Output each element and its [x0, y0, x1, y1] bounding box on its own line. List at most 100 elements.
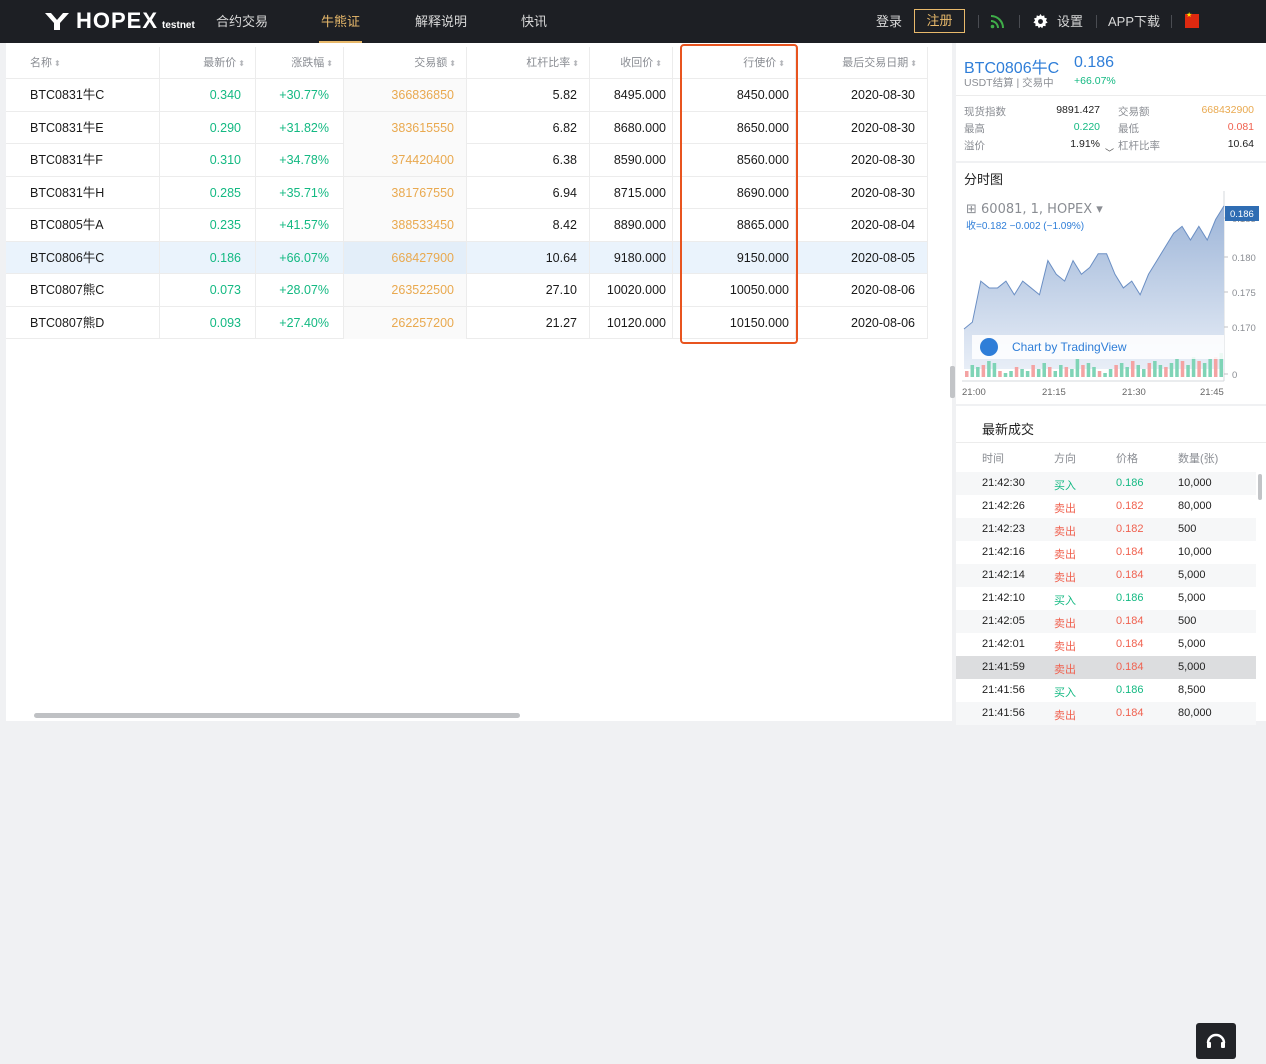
intraday-chart-card: 分时图 Chart by TradingView ⊞ 60081, 1, HOPE… — [956, 163, 1266, 404]
cell-price: 0.235 — [160, 209, 256, 241]
trade-price: 0.186 — [1116, 684, 1144, 696]
trade-qty: 80,000 — [1178, 707, 1212, 719]
trade-time: 21:42:23 — [982, 523, 1025, 535]
register-button[interactable]: 注册 — [914, 9, 965, 33]
rss-icon[interactable] — [990, 14, 1005, 29]
trade-time: 21:41:59 — [982, 661, 1025, 673]
sort-icon: ⬍ — [910, 59, 917, 68]
volume-bar — [1064, 367, 1069, 377]
cell-name: BTC0807熊D — [6, 306, 160, 339]
cell-recall: 9180.000 — [590, 241, 673, 274]
trade-side: 买入 — [1054, 480, 1076, 492]
chart-title: 分时图 — [964, 172, 1004, 187]
cell-price: 0.285 — [160, 176, 256, 209]
column-header-change[interactable]: 涨跌幅 ⬍ — [256, 47, 344, 79]
trade-qty: 5,000 — [1178, 638, 1206, 650]
volume-bar — [981, 365, 986, 377]
trades-scrollbar[interactable] — [1258, 474, 1262, 500]
stat-value-high: 0.220 — [1073, 121, 1100, 133]
cell-recall: 8590.000 — [590, 144, 673, 176]
cell-name: BTC0806牛C — [6, 241, 160, 274]
nav-item-explain[interactable]: 解释说明 — [415, 0, 467, 43]
volume-bar — [1042, 363, 1046, 377]
cell-leverage: 5.82 — [467, 79, 590, 111]
cell-volume: 262257200 — [344, 306, 467, 339]
volume-bar — [1197, 361, 1201, 377]
cell-change: +41.57% — [256, 209, 344, 241]
cell-change: +30.77% — [256, 79, 344, 111]
x-tick-label: 21:00 — [962, 387, 986, 398]
cell-date: 2020-08-06 — [796, 306, 928, 339]
trade-time: 21:42:10 — [982, 592, 1025, 604]
last-price-label: 0.186 — [1230, 209, 1254, 220]
hopex-logo[interactable]: HOPEX testnet — [44, 8, 195, 33]
volume-bar — [998, 371, 1002, 377]
column-header-name[interactable]: 名称 ⬍ — [6, 47, 160, 79]
volume-bar — [1191, 357, 1196, 377]
nav-item-cbbc[interactable]: 牛熊证 — [318, 0, 363, 43]
trade-time: 21:42:05 — [982, 615, 1025, 627]
column-header-date[interactable]: 最后交易日期 ⬍ — [796, 47, 928, 79]
cell-name: BTC0831牛E — [6, 111, 160, 144]
cell-change: +27.40% — [256, 306, 344, 339]
stat-value-low: 0.081 — [1227, 121, 1254, 133]
ticker-settle: USDT结算 | 交易中 — [964, 77, 1054, 89]
volume-bar — [1081, 365, 1085, 377]
column-header-recall[interactable]: 收回价 ⬍ — [590, 47, 673, 79]
sort-icon: ⬍ — [655, 59, 662, 68]
panel-resize-handle[interactable] — [950, 366, 955, 398]
cell-leverage: 10.64 — [467, 241, 590, 274]
trade-time: 21:42:16 — [982, 546, 1025, 558]
column-header-price[interactable]: 最新价 ⬍ — [160, 47, 256, 79]
y-tick-label: 0.170 — [1232, 323, 1256, 334]
volume-bar — [1075, 359, 1080, 377]
horizontal-scrollbar[interactable] — [34, 713, 520, 718]
volume-bar — [965, 371, 969, 377]
cell-leverage: 27.10 — [467, 274, 590, 306]
trade-side: 买入 — [1054, 687, 1076, 699]
nav-item-news[interactable]: 快讯 — [521, 0, 547, 43]
volume-bar — [970, 365, 975, 377]
trade-row: 21:42:23 卖出 0.182 500 — [956, 518, 1256, 541]
chart-symbol-line: ⊞ 60081, 1, HOPEX ▾ — [966, 202, 1103, 217]
cell-leverage: 6.82 — [467, 111, 590, 144]
chevron-down-icon[interactable]: ﹀ — [1105, 146, 1114, 159]
x-tick-label: 21:15 — [1042, 387, 1066, 398]
login-link[interactable]: 登录 — [876, 0, 902, 43]
stat-label-low: 最低 — [1118, 123, 1139, 135]
settings-link[interactable]: 设置 — [1057, 0, 1083, 43]
stat-value-leverage: 10.64 — [1227, 138, 1254, 150]
intraday-chart[interactable]: Chart by TradingView ⊞ 60081, 1, HOPEX ▾ 收… — [956, 191, 1266, 404]
stat-value-premium: 1.91% — [1070, 138, 1100, 150]
cell-date: 2020-08-30 — [796, 111, 928, 144]
trade-price: 0.186 — [1116, 477, 1144, 489]
trade-time: 21:42:01 — [982, 638, 1025, 650]
column-header-volume[interactable]: 交易额 ⬍ — [344, 47, 467, 79]
volume-bar — [1213, 357, 1218, 377]
volume-bar — [987, 361, 991, 377]
china-flag-icon[interactable] — [1185, 11, 1199, 28]
ticker-price: 0.186 — [1074, 54, 1115, 71]
sort-icon: ⬍ — [54, 59, 61, 68]
nav-divider — [1171, 15, 1172, 28]
cell-leverage: 6.94 — [467, 176, 590, 209]
trade-row: 21:41:56 买入 0.186 8,500 — [956, 679, 1256, 702]
divider — [956, 95, 1266, 96]
gear-icon[interactable] — [1033, 14, 1048, 29]
cell-date: 2020-08-30 — [796, 79, 928, 111]
stat-value-volume: 668432900 — [1201, 104, 1254, 116]
nav-item-contract[interactable]: 合约交易 — [216, 0, 268, 43]
volume-bar — [1208, 359, 1212, 377]
volume-bar — [1175, 359, 1179, 377]
x-tick-label: 21:45 — [1200, 387, 1224, 398]
volume-bar — [1202, 363, 1207, 377]
volume-bar — [1136, 365, 1141, 377]
column-header-leverage[interactable]: 杠杆比率 ⬍ — [467, 47, 590, 79]
support-button[interactable] — [1196, 1023, 1236, 1059]
app-download-link[interactable]: APP下载 — [1108, 0, 1160, 43]
trade-qty: 5,000 — [1178, 661, 1206, 673]
x-tick-label: 21:30 — [1122, 387, 1146, 398]
cell-leverage: 8.42 — [467, 209, 590, 241]
trade-price: 0.182 — [1116, 500, 1144, 512]
trade-row: 21:42:16 卖出 0.184 10,000 — [956, 541, 1256, 564]
